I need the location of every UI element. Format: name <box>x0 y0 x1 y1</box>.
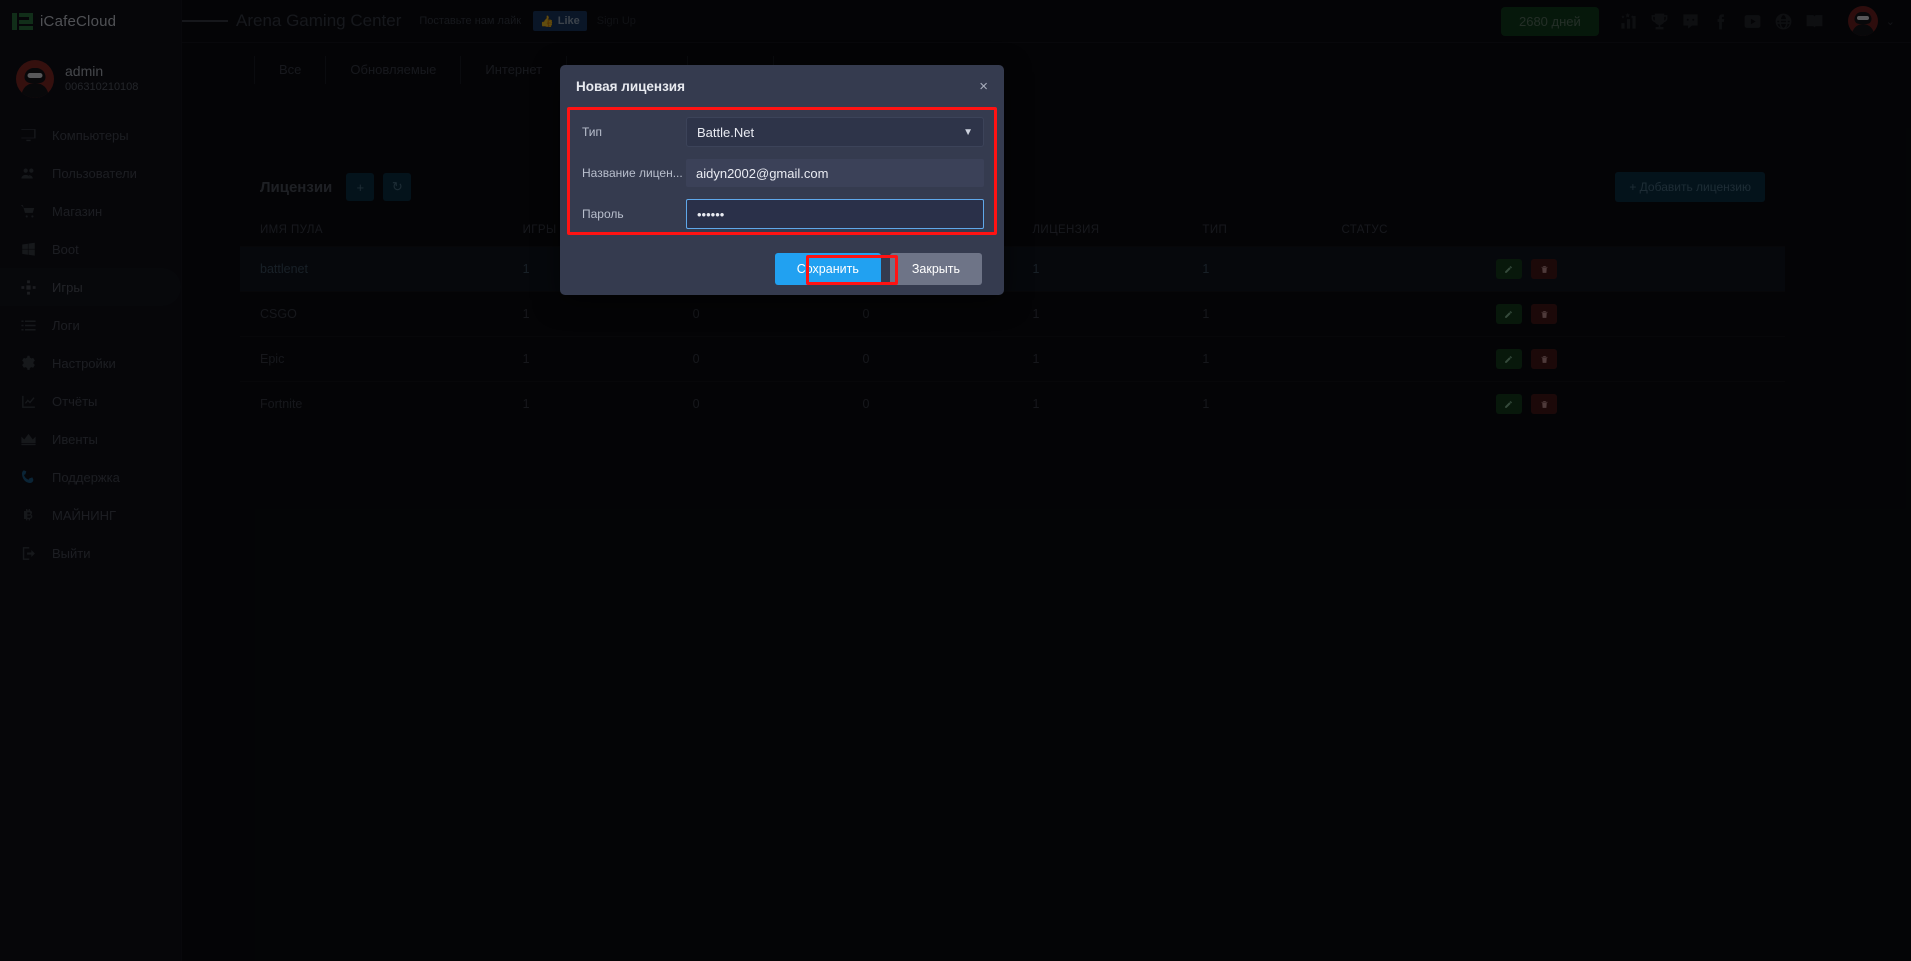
cancel-button[interactable]: Закрыть <box>889 253 982 285</box>
license-name-control: aidyn2002@gmail.com <box>686 159 984 187</box>
password-label: Пароль <box>582 207 624 221</box>
type-control: Battle.Net ▼ <box>686 117 984 147</box>
app-root: iCafeCloud admin 006310210108 Компьютеры… <box>0 0 1911 961</box>
save-button[interactable]: Сохранить <box>774 253 881 285</box>
field-row-password: Пароль •••••• <box>582 199 984 229</box>
modal-body: Тип Battle.Net ▼ Название лицен... aidyn… <box>560 107 1004 229</box>
password-input[interactable]: •••••• <box>686 199 984 229</box>
license-name-label: Название лицен... <box>582 166 683 180</box>
type-label: Тип <box>582 125 603 139</box>
modal-title: Новая лицензия <box>576 78 685 94</box>
type-selected-value: Battle.Net <box>697 124 755 140</box>
new-license-modal: Новая лицензия × Тип Battle.Net ▼ Назван… <box>560 65 1004 295</box>
modal-header: Новая лицензия × <box>560 65 1004 107</box>
chevron-down-icon: ▼ <box>963 126 973 138</box>
modal-footer: Сохранить Закрыть <box>560 241 1004 285</box>
type-select[interactable]: Battle.Net ▼ <box>686 117 984 147</box>
close-icon[interactable]: × <box>979 78 988 95</box>
field-row-license-name: Название лицен... aidyn2002@gmail.com <box>582 159 984 187</box>
license-name-input[interactable]: aidyn2002@gmail.com <box>686 159 984 187</box>
field-row-type: Тип Battle.Net ▼ <box>582 117 984 147</box>
password-control: •••••• <box>686 199 984 229</box>
